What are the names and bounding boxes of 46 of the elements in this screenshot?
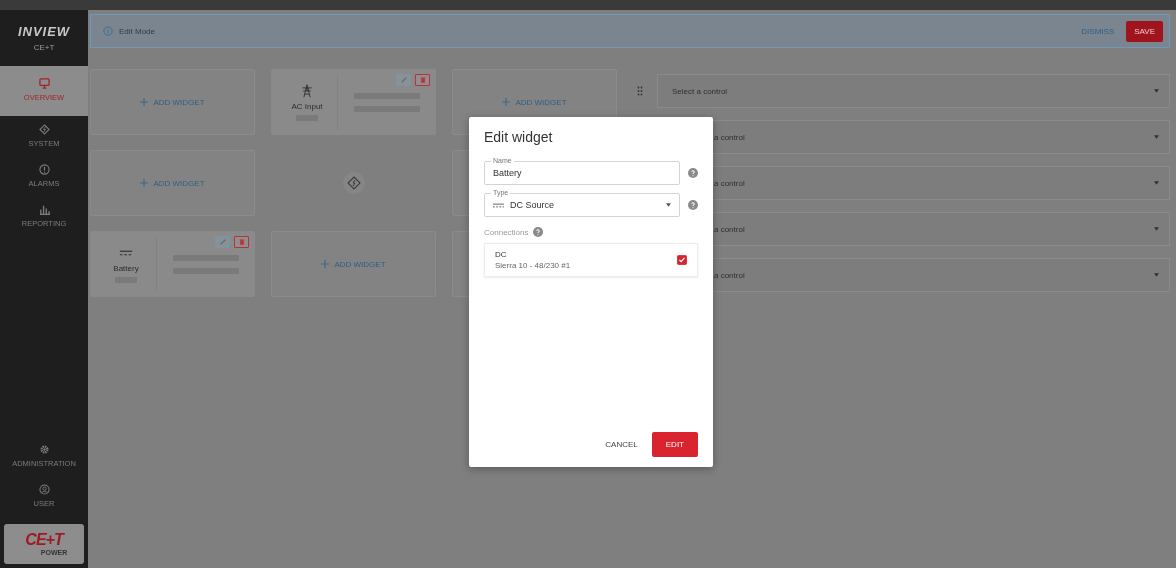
add-widget-button[interactable]: ADD WIDGET	[90, 69, 255, 135]
pencil-icon	[399, 76, 408, 84]
diamond-icon	[38, 124, 50, 135]
caret-icon	[1154, 135, 1159, 139]
power-tower-icon	[300, 83, 314, 98]
drag-handle-icon[interactable]	[637, 86, 643, 96]
info-icon	[103, 26, 113, 36]
edit-button[interactable]: EDIT	[651, 432, 698, 457]
monitor-icon	[38, 78, 50, 89]
help-icon[interactable]	[688, 168, 698, 178]
plus-icon	[140, 98, 149, 106]
edit-mode-label: Edit Mode	[119, 26, 156, 36]
widget-name: Battery	[113, 263, 139, 273]
settings-icon	[38, 444, 50, 455]
connection-type: DC	[495, 250, 508, 259]
dismiss-button[interactable]: DISMISS	[1075, 22, 1121, 40]
caret-icon	[1154, 273, 1159, 277]
caret-icon	[666, 203, 671, 207]
dc-symbol-icon	[493, 201, 504, 209]
trash-icon	[418, 76, 427, 84]
plus-icon	[321, 260, 330, 268]
add-widget-button[interactable]: ADD WIDGET	[271, 231, 436, 297]
alert-circle-icon	[38, 164, 50, 175]
delete-button[interactable]	[234, 236, 249, 248]
pencil-icon	[218, 238, 227, 246]
plus-icon	[140, 179, 149, 187]
caret-icon	[1154, 181, 1159, 185]
caret-icon	[1154, 227, 1159, 231]
user-icon	[38, 484, 50, 495]
save-button[interactable]: SAVE	[1126, 20, 1163, 42]
caret-icon	[1154, 89, 1159, 93]
connection-device: Sierra 10 - 48/230 #1	[495, 261, 572, 270]
connections-label: Connections	[484, 227, 529, 237]
plus-icon	[502, 98, 511, 106]
brand-subtitle: CE+T	[33, 43, 55, 52]
add-widget-button[interactable]: ADD WIDGET	[90, 150, 255, 216]
checkbox[interactable]	[677, 255, 687, 265]
cancel-button[interactable]: CANCEL	[603, 434, 640, 455]
brand-logo-text: INVIEW	[17, 24, 71, 39]
help-icon[interactable]	[533, 227, 544, 237]
control-select[interactable]: Select a control	[657, 74, 1170, 108]
help-icon[interactable]	[688, 200, 698, 210]
bar-chart-icon	[38, 204, 50, 215]
delete-button[interactable]	[415, 74, 430, 86]
widget-name: AC Input	[291, 101, 323, 111]
trash-icon	[237, 238, 246, 246]
